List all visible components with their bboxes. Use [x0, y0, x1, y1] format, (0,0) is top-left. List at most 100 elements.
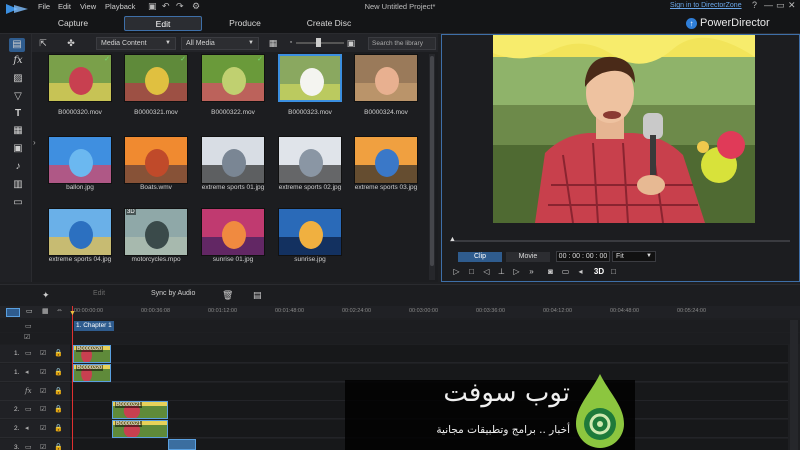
track-manager-icon[interactable]: ▦ [42, 307, 49, 315]
volume-icon[interactable]: ◂ [575, 266, 586, 277]
more-features-icon[interactable]: ▤ [253, 290, 262, 301]
signin-link[interactable]: Sign in to DirectorZone [670, 2, 742, 9]
track-enable-checkbox-icon[interactable]: ☑ [40, 387, 46, 395]
stop-icon[interactable]: □ [466, 266, 477, 277]
track-enable-checkbox-icon[interactable]: ☑ [40, 424, 46, 432]
media-thumbnail[interactable] [201, 136, 265, 184]
media-content-dropdown[interactable]: Media Content ▼ [96, 37, 176, 50]
media-thumbnail[interactable] [354, 54, 418, 102]
grid-view-icon[interactable]: ▦ [266, 36, 280, 50]
track-enable-checkbox-icon[interactable]: ☑ [40, 368, 46, 376]
close-button[interactable]: ✕ [788, 0, 796, 11]
media-room-icon[interactable]: ▤ [9, 38, 25, 52]
menu-edit[interactable]: Edit [58, 2, 71, 11]
tab-create-disc[interactable]: Create Disc [290, 16, 368, 31]
storyboard-view-icon[interactable]: ▭ [26, 307, 33, 315]
save-icon[interactable]: ▣ [148, 1, 157, 12]
previous-frame-icon[interactable]: ◁ [481, 266, 492, 277]
voiceover-icon[interactable]: ♪ [11, 160, 25, 174]
next-frame-icon[interactable]: ▷ [511, 266, 522, 277]
plugins-icon[interactable]: ✤ [64, 36, 78, 50]
play-icon[interactable]: ▷ [451, 266, 462, 277]
tab-edit[interactable]: Edit [124, 16, 202, 31]
zoom-fit-select[interactable]: Fit ▼ [612, 251, 656, 262]
title-room-icon[interactable]: T [11, 107, 25, 121]
media-thumbnail[interactable] [278, 54, 342, 102]
menu-playback[interactable]: Playback [105, 2, 135, 11]
video-track-icon[interactable]: ▭ [25, 405, 32, 413]
fast-forward-icon[interactable]: » [526, 266, 537, 277]
media-thumbnail[interactable] [48, 136, 112, 184]
media-thumbnail[interactable]: ✓ [124, 54, 188, 102]
menu-file[interactable]: File [38, 2, 50, 11]
redo-icon[interactable]: ↷ [176, 1, 184, 12]
media-thumbnail[interactable] [48, 208, 112, 256]
media-thumbnail[interactable]: ✓ [201, 54, 265, 102]
audio-track-icon[interactable]: ◂ [25, 368, 29, 376]
media-thumbnail[interactable] [278, 136, 342, 184]
media-thumbnail[interactable]: ✓ [48, 54, 112, 102]
maximize-button[interactable]: ▭ [776, 0, 785, 11]
subtitle-room-icon[interactable]: ▭ [11, 196, 25, 210]
upgrade-icon[interactable]: ↑ [686, 18, 697, 29]
fit-timeline-icon[interactable]: ⇔ [56, 307, 63, 314]
timeline-clip[interactable]: B0000320 [73, 345, 111, 363]
track-lock-icon[interactable]: 🔒 [54, 405, 63, 413]
chapter-marker[interactable]: 1. Chapter 1 [74, 321, 114, 331]
library-scroll-thumb[interactable] [430, 56, 434, 266]
media-thumbnail[interactable] [278, 208, 342, 256]
minimize-button[interactable]: — [764, 0, 773, 10]
settings-icon[interactable]: ⚙ [192, 1, 200, 12]
video-track-icon[interactable]: ▭ [25, 349, 32, 357]
delete-icon[interactable]: 🗑 [222, 290, 233, 301]
undo-icon[interactable]: ↶ [162, 1, 170, 12]
library-search-input[interactable]: Search the library [368, 37, 436, 50]
sync-by-audio-button[interactable]: Sync by Audio [151, 290, 195, 297]
help-button[interactable]: ? [752, 0, 757, 10]
fx-room-icon[interactable]: fx [11, 54, 25, 68]
media-filter-dropdown[interactable]: All Media ▼ [181, 37, 259, 50]
magic-tools-icon[interactable]: ✦ [42, 290, 50, 301]
timeline-clip[interactable]: B0000321 [112, 401, 168, 419]
thumbnail-size-knob[interactable] [316, 38, 321, 47]
playhead[interactable] [72, 306, 73, 450]
track-enable-checkbox-icon[interactable]: ☑ [40, 405, 46, 413]
track-lock-icon[interactable]: 🔒 [54, 368, 63, 376]
timeline-view-icon[interactable] [6, 308, 20, 317]
snapshot-icon[interactable]: ◙ [545, 266, 556, 277]
edit-button[interactable]: Edit [93, 290, 105, 297]
preview-quality-icon[interactable]: ▭ [560, 266, 571, 277]
tab-clip[interactable]: Clip [458, 252, 502, 262]
split-icon[interactable]: ⊥ [496, 266, 507, 277]
zoom-in-icon[interactable]: ▣ [344, 36, 358, 50]
timeline-clip[interactable] [168, 439, 196, 450]
import-media-icon[interactable]: ⇱ [36, 36, 50, 50]
track-lock-icon[interactable]: 🔒 [54, 443, 63, 450]
scrub-handle-icon[interactable]: ▲ [449, 236, 456, 243]
timeline-clip[interactable]: B0000320 [73, 364, 111, 382]
video-track-icon[interactable]: ▭ [25, 443, 32, 450]
media-thumbnail[interactable] [124, 136, 188, 184]
tab-capture[interactable]: Capture [34, 16, 112, 31]
track-lock-icon[interactable]: 🔒 [54, 387, 63, 395]
pip-room-icon[interactable]: ▨ [11, 72, 25, 86]
timeline-scrollbar[interactable] [790, 320, 798, 450]
tab-produce[interactable]: Produce [206, 16, 284, 31]
audio-mix-room-icon[interactable]: ▣ [11, 142, 25, 156]
3d-mode-icon[interactable]: 3D [592, 266, 606, 277]
menu-view[interactable]: View [80, 2, 96, 11]
timecode-display[interactable]: 00 : 00 : 00 : 00 [556, 251, 610, 262]
checkbox-icon[interactable]: ☑ [24, 333, 30, 341]
preview-scrub-bar[interactable] [450, 240, 790, 242]
track-lane[interactable] [70, 345, 788, 363]
track-enable-checkbox-icon[interactable]: ☑ [40, 349, 46, 357]
media-thumbnail[interactable]: 3D [124, 208, 188, 256]
collapse-arrow-icon[interactable]: › [33, 138, 36, 147]
track-lock-icon[interactable]: 🔒 [54, 349, 63, 357]
undock-icon[interactable]: □ [608, 266, 619, 277]
particle-room-icon[interactable]: ▽ [11, 90, 25, 104]
timeline-clip[interactable]: B0000321 [112, 420, 168, 438]
audio-track-icon[interactable]: ◂ [25, 424, 29, 432]
playhead-handle-icon[interactable]: ▼ [69, 310, 76, 317]
track-enable-checkbox-icon[interactable]: ☑ [40, 443, 46, 450]
